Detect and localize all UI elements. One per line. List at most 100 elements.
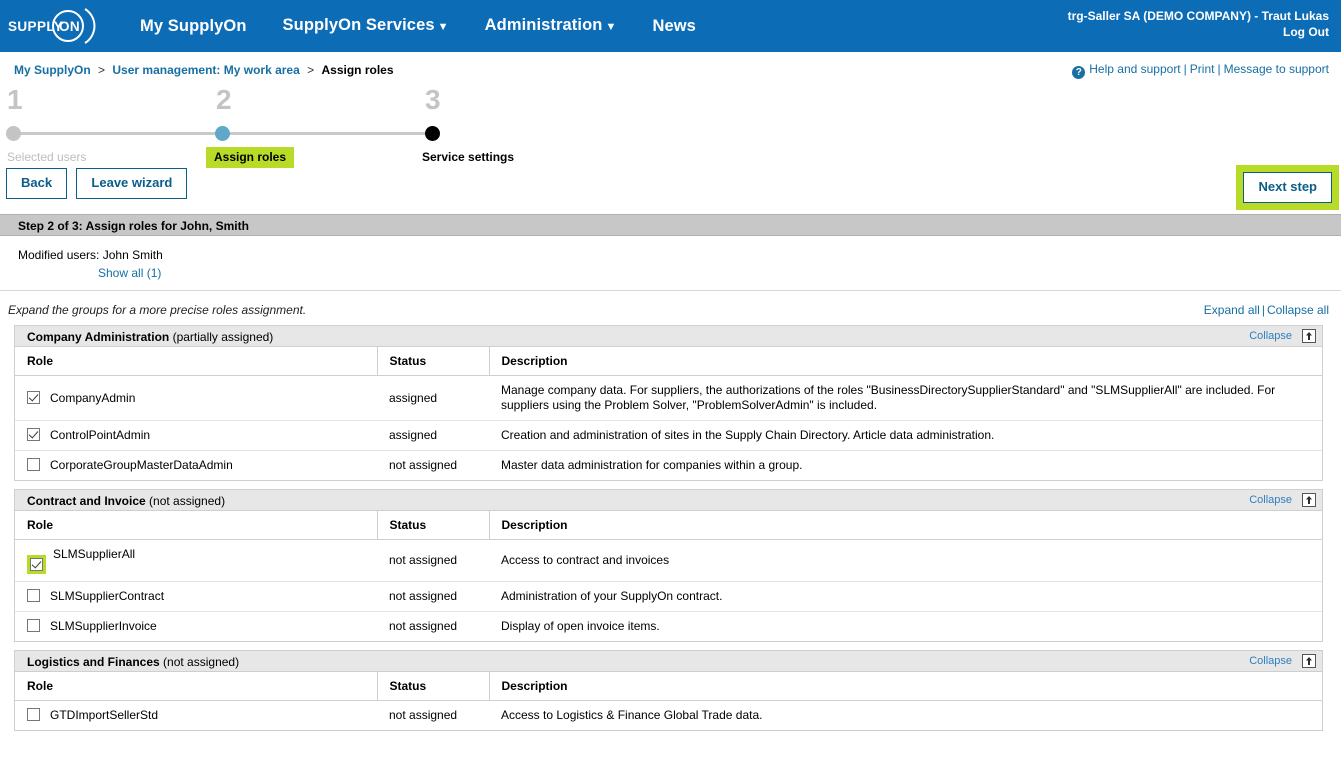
role-name: CorporateGroupMasterDataAdmin (50, 458, 233, 472)
wizard-step-indicator: 1 2 3 Selected users Assign roles Servic… (0, 86, 1341, 168)
svg-text:ON: ON (59, 19, 80, 34)
nav-label: My SupplyOn (140, 17, 247, 35)
breadcrumb-row: My SupplyOn > User management: My work a… (0, 52, 1341, 82)
group-collapse-link[interactable]: Collapse (1249, 655, 1292, 667)
role-group-contract-and-invoice: Contract and Invoice (not assigned) Coll… (14, 489, 1323, 642)
nav-item-news[interactable]: News (634, 0, 714, 52)
role-cell: CompanyAdmin (15, 375, 377, 421)
collapse-up-icon[interactable] (1302, 493, 1316, 507)
nav-item-supplyon-services[interactable]: SupplyOn Services ▼ (265, 0, 467, 53)
question-mark-icon[interactable]: ? (1072, 66, 1086, 79)
role-group-logistics-and-finances: Logistics and Finances (not assigned) Co… (14, 650, 1323, 731)
next-step-button[interactable]: Next step (1243, 172, 1332, 203)
collapse-all-link[interactable]: Collapse all (1267, 303, 1329, 317)
expand-collapse-links: Expand all | Collapse all (1204, 303, 1329, 317)
role-checkbox[interactable] (30, 558, 43, 571)
role-name: ControlPointAdmin (50, 428, 151, 442)
show-all-users-link[interactable]: Show all (1) (98, 266, 1341, 280)
group-name: Contract and Invoice (27, 494, 146, 508)
role-checkbox[interactable] (27, 458, 40, 471)
role-cell: SLMSupplierInvoice (15, 612, 377, 642)
column-header-role: Role (15, 672, 378, 701)
collapse-up-icon[interactable] (1302, 329, 1316, 343)
role-checkbox[interactable] (27, 589, 40, 602)
expand-all-link[interactable]: Expand all (1204, 303, 1260, 317)
column-header-role: Role (15, 347, 378, 376)
logout-link[interactable]: Log Out (1068, 24, 1329, 40)
message-to-support-link[interactable]: Message to support (1224, 62, 1329, 76)
nav-label: SupplyOn Services (282, 16, 435, 34)
group-header[interactable]: Company Administration (partially assign… (15, 326, 1322, 347)
column-header-description: Description (489, 511, 1322, 540)
step-dot-2[interactable] (215, 126, 230, 141)
breadcrumb-item-user-management[interactable]: User management: My work area (112, 63, 299, 77)
step-number-2: 2 (216, 84, 232, 115)
collapse-up-icon[interactable] (1302, 654, 1316, 668)
step-dot-3[interactable] (425, 126, 440, 141)
description-cell: Master data administration for companies… (501, 458, 803, 472)
group-collapse-link[interactable]: Collapse (1249, 494, 1292, 506)
breadcrumb-item-my-supplyon[interactable]: My SupplyOn (14, 63, 91, 77)
role-name: SLMSupplierInvoice (50, 619, 157, 633)
step-label-selected-users[interactable]: Selected users (7, 150, 86, 164)
group-header[interactable]: Contract and Invoice (not assigned) Coll… (15, 490, 1322, 511)
role-cell: SLMSupplierContract (15, 581, 377, 612)
leave-wizard-button[interactable]: Leave wizard (76, 168, 188, 199)
breadcrumb-separator: > (98, 63, 106, 77)
group-state: (not assigned) (149, 494, 226, 508)
table-row: CorporateGroupMasterDataAdmin not assign… (15, 451, 1322, 481)
role-checkbox[interactable] (27, 708, 40, 721)
next-step-highlight: Next step (1236, 165, 1339, 210)
column-header-description: Description (489, 347, 1322, 376)
table-row: SLMSupplierContract not assigned Adminis… (15, 581, 1322, 612)
role-checkbox[interactable] (27, 428, 40, 441)
step-number-3: 3 (425, 84, 441, 115)
role-name: GTDImportSellerStd (50, 708, 159, 722)
back-button[interactable]: Back (6, 168, 68, 199)
group-header[interactable]: Logistics and Finances (not assigned) Co… (15, 651, 1322, 672)
group-state: (not assigned) (163, 655, 240, 669)
print-link[interactable]: Print (1190, 62, 1215, 76)
role-checkbox[interactable] (27, 619, 40, 632)
column-header-status: Status (377, 511, 490, 540)
modified-users-value: John Smith (102, 248, 163, 262)
role-table: Role Status Description GTDImportSellerS… (15, 672, 1322, 730)
link-separator: | (1217, 62, 1221, 76)
chevron-down-icon: ▼ (605, 21, 617, 33)
table-row: SLMSupplierAll not assigned Access to co… (15, 539, 1322, 582)
role-table: Role Status Description CompanyAdmin ass… (15, 347, 1322, 480)
status-cell: not assigned (377, 539, 489, 582)
group-name: Company Administration (27, 330, 170, 344)
nav-label: Administration (484, 16, 603, 34)
nav-item-administration[interactable]: Administration ▼ (467, 0, 635, 53)
nav-item-my-supplyon[interactable]: My SupplyOn (122, 0, 265, 52)
group-state: (partially assigned) (172, 330, 274, 344)
modified-users-label: Modified users: (18, 248, 100, 262)
breadcrumb-item-assign-roles: Assign roles (321, 63, 394, 77)
step-label-service-settings[interactable]: Service settings (422, 150, 514, 164)
top-navigation-bar: SUPPLY ON My SupplyOn SupplyOn Services ▼… (0, 0, 1341, 52)
role-name: CompanyAdmin (50, 390, 136, 405)
group-name: Logistics and Finances (27, 655, 160, 669)
description-cell: Display of open invoice items. (501, 619, 660, 633)
status-cell: assigned (377, 420, 489, 451)
supplyon-logo[interactable]: SUPPLY ON (0, 0, 110, 52)
help-and-support-link[interactable]: Help and support (1089, 62, 1180, 76)
step-dot-1[interactable] (6, 126, 21, 141)
status-cell: not assigned (389, 458, 458, 472)
wizard-action-bar: Back Leave wizard Next step (0, 165, 1341, 214)
support-links: ? Help and support | Print | Message to suppo… (1072, 62, 1329, 79)
column-header-description: Description (489, 672, 1322, 701)
description-cell: Access to Logistics & Finance Global Tra… (501, 708, 763, 722)
group-collapse-link[interactable]: Collapse (1249, 330, 1292, 342)
description-cell: Creation and administration of sites in … (489, 420, 1322, 451)
user-account-block: trg-Saller SA (DEMO COMPANY) - Traut Luk… (1068, 8, 1329, 40)
status-cell: not assigned (389, 619, 458, 633)
description-cell: Access to contract and invoices (489, 539, 1322, 582)
step-label-assign-roles[interactable]: Assign roles (206, 147, 295, 168)
role-checkbox[interactable] (27, 390, 40, 404)
table-header-row: Role Status Description (15, 347, 1322, 376)
role-cell: GTDImportSellerStd (15, 701, 377, 731)
chevron-down-icon: ▼ (437, 21, 449, 33)
role-cell: CorporateGroupMasterDataAdmin (15, 451, 377, 481)
